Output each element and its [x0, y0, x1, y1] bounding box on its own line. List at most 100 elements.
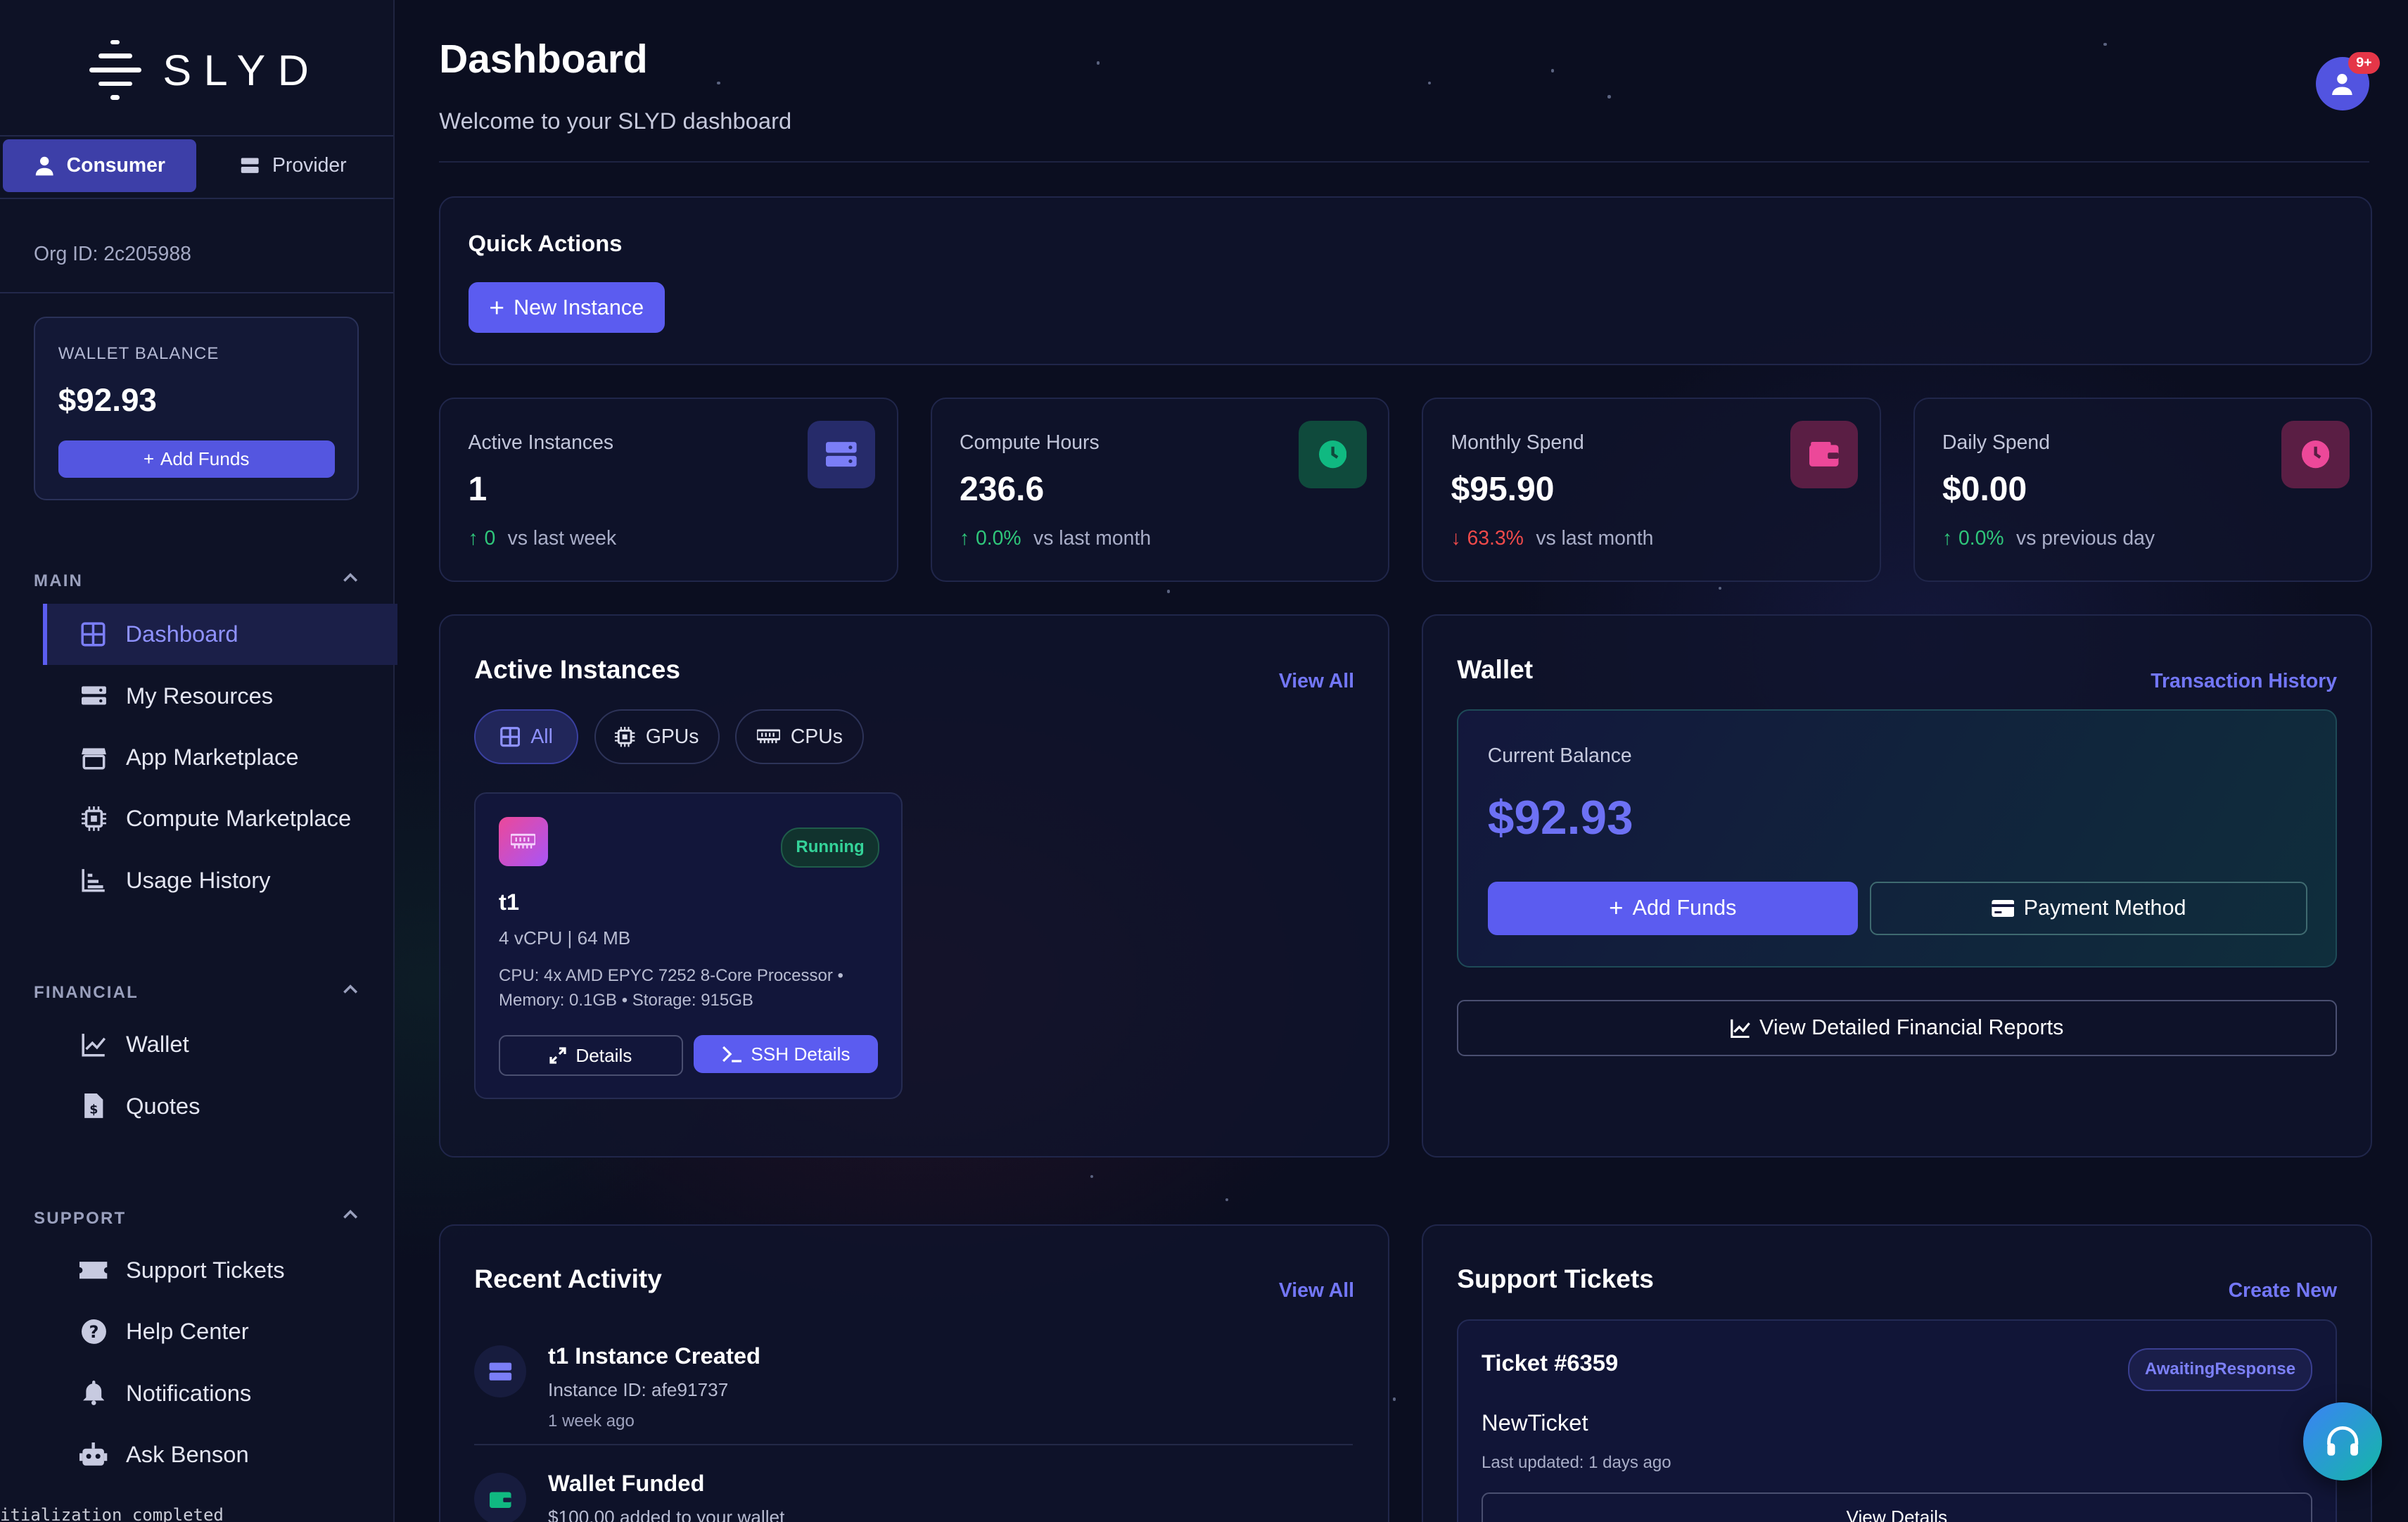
support-chat-button[interactable]: [2303, 1402, 2382, 1481]
section-financial-title: FINANCIAL: [34, 982, 139, 1002]
sidebar: SLYD Consumer Provider Org ID: 2c205988 …: [0, 0, 397, 1522]
financial-reports-button[interactable]: View Detailed Financial Reports: [1457, 999, 2337, 1057]
current-balance-panel: Current Balance $92.93 + Add Funds Payme…: [1457, 709, 2337, 968]
sidebar-item-quotes[interactable]: $ Quotes: [43, 1075, 393, 1136]
transaction-history-link[interactable]: Transaction History: [2151, 670, 2337, 693]
add-funds-button[interactable]: + Add Funds: [1487, 881, 1858, 935]
sidebar-item-dashboard[interactable]: Dashboard: [43, 603, 397, 666]
ssh-details-button[interactable]: SSH Details: [694, 1034, 879, 1074]
stat-value: 1: [468, 470, 488, 508]
sidebar-item-usage-history[interactable]: Usage History: [43, 849, 393, 911]
activity-item: Wallet Funded $100.00 added to your wall…: [474, 1470, 1353, 1522]
server-icon: [241, 158, 259, 174]
new-instance-label: New Instance: [514, 295, 644, 319]
consumer-mode-button[interactable]: Consumer: [3, 139, 197, 192]
wallet-card: Wallet Transaction History Current Balan…: [1422, 614, 2373, 1158]
stat-value: $95.90: [1451, 470, 1555, 508]
filter-cpus-tab[interactable]: CPUs: [735, 709, 865, 765]
recent-activity-card: Recent Activity View All t1 Instance Cre…: [439, 1224, 1390, 1522]
status-badge: Running: [780, 827, 880, 868]
filter-label: GPUs: [645, 725, 699, 748]
grid-icon: [79, 621, 107, 648]
filter-label: All: [530, 725, 553, 748]
instance-detail: CPU: 4x AMD EPYC 7252 8-Core Processor •…: [499, 966, 843, 1010]
view-details-label: View Details: [1846, 1506, 1948, 1522]
stat-card-active-instances: Active Instances 1 ↑ 0 vs last week: [439, 398, 898, 582]
sidebar-item-label: Usage History: [125, 866, 271, 893]
chevron-up-icon[interactable]: [341, 980, 359, 998]
support-tickets-card: Support Tickets Create New Ticket #6359 …: [1422, 1224, 2373, 1522]
consumer-label: Consumer: [66, 154, 165, 177]
instance-card[interactable]: Running t1 4 vCPU | 64 MB CPU: 4x AMD EP…: [474, 792, 903, 1100]
stat-value: 236.6: [960, 470, 1045, 508]
chevron-up-icon[interactable]: [341, 1205, 359, 1224]
sidebar-item-my-resources[interactable]: My Resources: [43, 665, 393, 726]
notification-badge: 9+: [2348, 52, 2381, 74]
brand-logo[interactable]: SLYD: [89, 39, 321, 101]
financial-reports-label: View Detailed Financial Reports: [1759, 1015, 2064, 1040]
sidebar-add-funds-button[interactable]: + Add Funds: [58, 440, 335, 478]
clock-icon: [2281, 420, 2350, 488]
instance-name: t1: [499, 889, 520, 915]
stat-compare: vs previous day: [2016, 526, 2155, 550]
bar-chart-icon: [79, 866, 107, 894]
sidebar-item-help-center[interactable]: ? Help Center: [43, 1301, 393, 1362]
sidebar-item-label: Support Tickets: [125, 1257, 285, 1283]
user-icon: [35, 157, 53, 176]
chevron-up-icon[interactable]: [341, 569, 359, 587]
section-main-title: MAIN: [34, 571, 84, 590]
filter-gpus-tab[interactable]: GPUs: [594, 709, 720, 765]
new-instance-button[interactable]: + New Instance: [468, 282, 665, 334]
header-divider: [439, 161, 2370, 163]
sidebar-item-app-marketplace[interactable]: App Marketplace: [43, 726, 393, 787]
memory-icon: [756, 729, 780, 744]
active-instances-view-all-link[interactable]: View All: [1279, 670, 1354, 693]
payment-method-button[interactable]: Payment Method: [1870, 881, 2307, 935]
stat-compare: vs last week: [507, 526, 617, 550]
current-balance-amount: $92.93: [1487, 791, 1633, 844]
arrow-up-icon: ↑: [1942, 526, 1953, 550]
ticket-icon: [79, 1257, 108, 1284]
activity-time: 1 week ago: [548, 1411, 635, 1431]
instance-details-button[interactable]: Details: [499, 1034, 683, 1077]
activity-title: t1 Instance Created: [548, 1342, 761, 1369]
ticket-item[interactable]: Ticket #6359 AwaitingResponse NewTicket …: [1457, 1319, 2337, 1522]
sidebar-item-notifications[interactable]: Notifications: [43, 1362, 393, 1423]
view-ticket-details-button[interactable]: View Details: [1482, 1492, 2312, 1522]
sidebar-item-wallet[interactable]: Wallet: [43, 1014, 393, 1075]
page-subtitle: Welcome to your SLYD dashboard: [439, 107, 792, 134]
details-label: Details: [575, 1044, 632, 1066]
add-funds-label: Add Funds: [160, 448, 250, 469]
sidebar-item-support-tickets[interactable]: Support Tickets: [43, 1240, 393, 1301]
add-funds-label: Add Funds: [1632, 896, 1737, 920]
quick-actions-card: Quick Actions + New Instance: [439, 196, 2373, 366]
wallet-title: Wallet: [1457, 654, 1534, 684]
filter-label: CPUs: [790, 725, 843, 748]
memory-icon: [499, 816, 548, 866]
server-icon: [807, 420, 875, 488]
stat-delta-value: 0.0%: [975, 526, 1021, 550]
filter-all-tab[interactable]: All: [474, 709, 579, 765]
sidebar-item-compute-marketplace[interactable]: Compute Marketplace: [43, 788, 393, 849]
bg-star: [1090, 1174, 1094, 1179]
wallet-icon: [1790, 420, 1858, 488]
create-ticket-link[interactable]: Create New: [2229, 1279, 2337, 1302]
bg-star: [1428, 81, 1432, 85]
ssh-details-label: SSH Details: [751, 1043, 851, 1065]
recent-activity-view-all-link[interactable]: View All: [1279, 1279, 1354, 1302]
sidebar-item-label: Quotes: [125, 1092, 200, 1119]
sidebar-item-ask-benson[interactable]: Ask Benson: [43, 1423, 393, 1485]
bg-star: [1166, 590, 1171, 593]
provider-mode-button[interactable]: Provider: [196, 139, 390, 191]
section-support-title: SUPPORT: [34, 1208, 127, 1228]
support-tickets-title: Support Tickets: [1457, 1264, 1654, 1294]
quick-actions-title: Quick Actions: [468, 230, 623, 257]
brand-name: SLYD: [163, 46, 321, 95]
plus-icon: +: [489, 292, 504, 322]
server-icon: [474, 1345, 527, 1398]
question-icon: ?: [79, 1318, 107, 1345]
sidebar-item-label: App Marketplace: [125, 744, 299, 770]
stat-label: Compute Hours: [960, 431, 1100, 455]
plus-icon: +: [143, 448, 155, 469]
grid-icon: [499, 727, 520, 747]
